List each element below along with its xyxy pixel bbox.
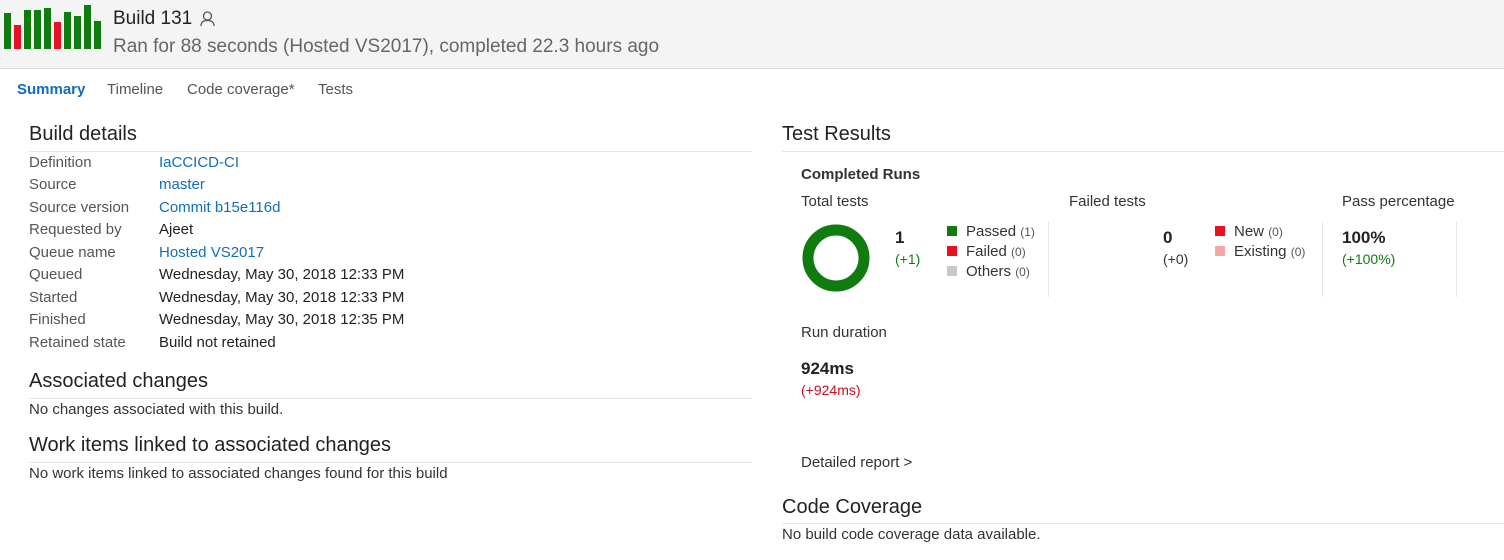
donut-pass-arc	[802, 224, 870, 292]
failed-tests-delta: (+0)	[1163, 251, 1189, 267]
build-history-bar-succeeded[interactable]	[74, 16, 81, 49]
legend-failed-label: Failed	[966, 243, 1007, 260]
legend-passed-count: (1)	[1020, 225, 1035, 239]
source-branch-link[interactable]: master	[159, 176, 205, 193]
associated-changes-title: Associated changes	[29, 370, 209, 392]
build-history-bar-succeeded[interactable]	[4, 13, 11, 49]
total-tests-heading: Total tests	[801, 193, 869, 210]
requested-by-value: Ajeet	[159, 221, 194, 238]
queued-value: Wednesday, May 30, 2018 12:33 PM	[159, 266, 405, 283]
build-details-title: Build details	[29, 123, 137, 145]
legend-failed-count: (0)	[1011, 245, 1026, 259]
completed-runs-title: Completed Runs	[801, 166, 921, 183]
passed-swatch	[947, 226, 957, 236]
code-coverage-title: Code Coverage	[782, 496, 923, 518]
run-duration-heading: Run duration	[801, 324, 887, 341]
divider	[29, 398, 752, 399]
legend-others: Others (0)	[947, 263, 1030, 280]
build-history-bar-failed[interactable]	[54, 22, 61, 49]
run-duration-value: 924ms	[801, 359, 854, 378]
legend-new-label: New	[1234, 223, 1265, 240]
build-history-bar-succeeded[interactable]	[94, 21, 101, 49]
test-results-title: Test Results	[782, 123, 891, 145]
queue-name-label: Queue name	[29, 244, 116, 261]
legend-others-label: Others	[966, 263, 1012, 280]
divider	[782, 151, 1504, 152]
build-history-bar-succeeded[interactable]	[44, 8, 51, 49]
failed-tests-heading: Failed tests	[1069, 193, 1146, 210]
definition-label: Definition	[29, 154, 92, 171]
definition-link[interactable]: IaCCICD-CI	[159, 154, 239, 171]
legend-failed: Failed (0)	[947, 243, 1026, 260]
build-history-bar-succeeded[interactable]	[24, 10, 31, 49]
failed-tests-count: 0	[1163, 228, 1173, 247]
associated-changes-message: No changes associated with this build.	[29, 401, 284, 418]
pass-percentage-delta: (+100%)	[1342, 251, 1396, 267]
work-items-title: Work items linked to associated changes	[29, 434, 392, 456]
total-tests-delta: (+1)	[895, 251, 921, 267]
others-swatch	[947, 266, 957, 276]
retained-state-label: Retained state	[29, 334, 126, 351]
queued-label: Queued	[29, 266, 83, 283]
build-subtitle: Ran for 88 seconds (Hosted VS2017), comp…	[113, 36, 660, 57]
source-label: Source	[29, 176, 77, 193]
build-history-bar-succeeded[interactable]	[84, 5, 91, 49]
build-history-bar-failed[interactable]	[14, 25, 21, 49]
pass-percentage-heading: Pass percentage	[1342, 193, 1455, 210]
started-value: Wednesday, May 30, 2018 12:33 PM	[159, 289, 405, 306]
build-history-bar-succeeded[interactable]	[64, 12, 71, 49]
failed-swatch	[947, 246, 957, 256]
build-history-bar-succeeded[interactable]	[34, 10, 41, 49]
finished-label: Finished	[29, 311, 86, 328]
build-header: Build 131 Ran for 88 seconds (Hosted VS2…	[0, 0, 1504, 69]
run-duration-delta: (+924ms)	[801, 382, 861, 398]
legend-others-count: (0)	[1015, 265, 1030, 279]
retained-state-value: Build not retained	[159, 334, 276, 351]
tab-tests[interactable]: Tests	[318, 81, 353, 98]
legend-new-count: (0)	[1268, 225, 1283, 239]
commit-link[interactable]: Commit b15e116d	[159, 199, 280, 216]
requested-by-label: Requested by	[29, 221, 122, 238]
finished-value: Wednesday, May 30, 2018 12:35 PM	[159, 311, 405, 328]
tab-code-coverage[interactable]: Code coverage*	[187, 81, 295, 98]
existing-swatch	[1215, 246, 1225, 256]
new-swatch	[1215, 226, 1225, 236]
build-history-chart[interactable]	[4, 5, 103, 49]
started-label: Started	[29, 289, 78, 306]
queue-name-link[interactable]: Hosted VS2017	[159, 244, 264, 261]
legend-new: New (0)	[1215, 223, 1283, 240]
code-coverage-message: No build code coverage data available.	[782, 526, 1041, 543]
legend-existing: Existing (0)	[1215, 243, 1305, 260]
detailed-report-link[interactable]: Detailed report >	[801, 454, 912, 471]
build-title: Build 131	[113, 8, 193, 29]
pass-percentage-value: 100%	[1342, 228, 1386, 247]
legend-existing-count: (0)	[1290, 245, 1306, 259]
legend-existing-label: Existing	[1234, 243, 1287, 260]
column-divider	[1048, 222, 1049, 297]
person-icon	[200, 11, 215, 32]
pass-donut-chart	[802, 224, 870, 292]
total-tests-count: 1	[895, 228, 905, 247]
legend-passed: Passed (1)	[947, 223, 1035, 240]
tab-timeline[interactable]: Timeline	[107, 81, 163, 98]
column-divider	[1456, 222, 1457, 297]
source-version-label: Source version	[29, 199, 130, 216]
divider	[29, 151, 752, 152]
divider	[782, 523, 1504, 524]
divider	[29, 462, 752, 463]
work-items-message: No work items linked to associated chang…	[29, 465, 448, 482]
tab-summary[interactable]: Summary	[17, 81, 85, 98]
column-divider	[1322, 222, 1323, 297]
legend-passed-label: Passed	[966, 223, 1017, 240]
